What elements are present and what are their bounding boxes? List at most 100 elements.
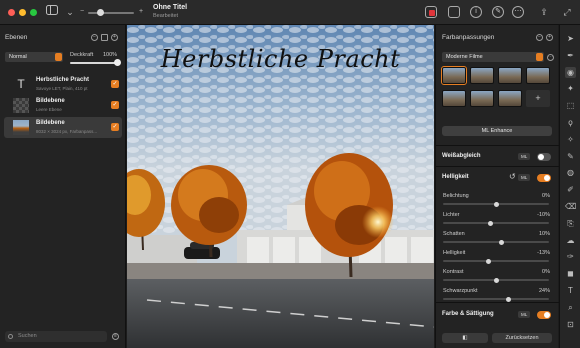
preset-select[interactable]: Moderne Filme	[442, 52, 544, 62]
preset-thumbnail[interactable]	[441, 66, 467, 85]
photo-icon[interactable]	[448, 6, 460, 18]
undo-icon[interactable]: ↺	[509, 172, 516, 181]
text-tool-icon[interactable]: T	[565, 285, 576, 296]
compare-button[interactable]: ◧	[442, 333, 488, 343]
ml-badge[interactable]: ML	[518, 153, 531, 160]
layers-panel: Ebenen − + Normal Deckkraft 100% T Herbs…	[0, 25, 126, 348]
adjustment-value: 10%	[538, 231, 550, 237]
layer-item-empty[interactable]: Bildebene Leere Ebene ✓	[4, 95, 122, 116]
compare-icon: ◧	[462, 335, 468, 341]
layer-item-text[interactable]: T Herbstliche Pracht Savoye LET, Plain, …	[4, 74, 122, 95]
adjustment-slider-thumb[interactable]	[498, 239, 504, 245]
divider	[436, 145, 559, 146]
color-swatch-icon[interactable]	[425, 6, 437, 18]
white-balance-toggle[interactable]	[537, 153, 551, 161]
adjustment-slider[interactable]	[443, 222, 549, 224]
pen-tool-icon[interactable]: ✒	[565, 50, 576, 61]
search-placeholder: Suchen	[18, 333, 37, 339]
white-balance-label: Weißabgleich	[442, 153, 481, 159]
smudge-tool-icon[interactable]: ☁	[565, 235, 576, 246]
preset-thumbnail[interactable]	[470, 67, 494, 84]
adjustment-slider-thumb[interactable]	[493, 277, 499, 283]
adjustment-slider-thumb[interactable]	[486, 258, 492, 264]
zoom-tool-icon[interactable]: ⌕	[565, 302, 576, 313]
blend-mode-select[interactable]: Normal	[5, 52, 63, 62]
preset-thumbnail[interactable]	[470, 90, 494, 107]
eraser-tool-icon[interactable]: ⌫	[565, 201, 576, 212]
chevron-updown-icon	[536, 53, 543, 61]
adjustment-label: Schatten	[443, 231, 465, 237]
reset-button[interactable]: Zurücksetzen	[492, 333, 552, 343]
layer-search-input[interactable]: Suchen	[5, 331, 107, 342]
layer-visibility-checkbox[interactable]: ✓	[111, 80, 119, 88]
add-preset-button[interactable]: +	[526, 90, 550, 107]
ml-badge[interactable]: ML	[518, 311, 531, 318]
adjust-tool-icon[interactable]: ◉	[565, 66, 576, 78]
minus-icon[interactable]: −	[91, 34, 98, 41]
layer-visibility-checkbox[interactable]: ✓	[111, 123, 119, 131]
fullscreen-icon[interactable]: ⤢	[560, 5, 574, 19]
divider	[436, 302, 559, 303]
image-canvas[interactable]: Herbstliche Pracht	[127, 25, 434, 348]
add-layer-icon[interactable]: +	[111, 34, 118, 41]
adjustment-value: -10%	[537, 212, 550, 218]
lasso-tool-icon[interactable]: ϙ	[565, 117, 576, 128]
layer-name: Bildebene	[36, 98, 65, 104]
layer-name: Bildebene	[36, 120, 65, 126]
adjustment-slider-thumb[interactable]	[488, 220, 494, 226]
stack-icon[interactable]	[101, 34, 108, 41]
zoom-window-button[interactable]	[30, 9, 37, 16]
shape-tool-icon[interactable]: ◼	[565, 268, 576, 279]
clone-tool-icon[interactable]: ⎘	[565, 218, 576, 229]
move-tool-icon[interactable]: ➤	[565, 33, 576, 44]
tools-strip: ➤ ✒ ◉ ✦ ⬚ ϙ ✧ ✎ ◍ ✐ ⌫ ⎘ ☁ ✑ ◼ T ⌕ ⊡	[559, 25, 580, 348]
zoom-slider-thumb[interactable]	[97, 9, 104, 16]
opacity-slider-thumb[interactable]	[114, 59, 121, 66]
opacity-slider[interactable]	[70, 62, 120, 64]
add-adjustment-icon[interactable]: +	[546, 34, 553, 41]
adjustment-label: Belichtung	[443, 193, 469, 199]
bucket-tool-icon[interactable]: ◍	[565, 167, 576, 178]
info-icon[interactable]: i	[470, 6, 482, 18]
more-icon[interactable]: ⋯	[512, 6, 524, 18]
text-layer-icon: T	[17, 77, 25, 91]
wand-tool-icon[interactable]: ✧	[565, 134, 576, 145]
ml-enhance-button[interactable]: ML Enhance	[442, 126, 552, 136]
adjustment-slider[interactable]	[443, 241, 549, 243]
preset-thumbnail[interactable]	[498, 67, 522, 84]
adjustment-slider[interactable]	[443, 260, 549, 262]
zoom-in-icon[interactable]: +	[134, 5, 148, 19]
layer-item-image[interactable]: Bildebene 8032 × 3024 px, Farbanpass... …	[4, 117, 122, 138]
zoom-slider[interactable]	[88, 12, 134, 14]
close-window-button[interactable]	[8, 9, 15, 16]
sidebar-toggle-icon[interactable]	[45, 5, 59, 19]
adjustment-slider-thumb[interactable]	[493, 201, 499, 207]
minimize-window-button[interactable]	[19, 9, 26, 16]
adjustment-slider-thumb[interactable]	[506, 296, 512, 302]
crop-tool-icon[interactable]: ⊡	[565, 319, 576, 330]
toggle-knob	[544, 175, 550, 181]
select-tool-icon[interactable]: ⬚	[565, 100, 576, 111]
brightness-toggle[interactable]	[537, 174, 551, 182]
minus-icon[interactable]: −	[536, 34, 543, 41]
vector-pen-icon[interactable]: ✑	[565, 251, 576, 262]
brush-tool-icon[interactable]: ✎	[565, 151, 576, 162]
adjustment-slider[interactable]	[443, 298, 549, 300]
color-saturation-toggle[interactable]	[537, 311, 551, 319]
brush-icon[interactable]: ✎	[492, 6, 504, 18]
zoom-out-icon[interactable]: −	[75, 5, 89, 19]
preset-thumbnail[interactable]	[498, 90, 522, 107]
layer-visibility-checkbox[interactable]: ✓	[111, 101, 119, 109]
layer-detail: Savoye LET, Plain, 410 pt	[36, 86, 88, 91]
preset-thumbnail[interactable]	[526, 67, 550, 84]
more-icon[interactable]: ⋯	[547, 54, 554, 61]
magic-tool-icon[interactable]: ✦	[565, 83, 576, 94]
blend-mode-value: Normal	[9, 54, 27, 60]
color-saturation-label: Farbe & Sättigung	[442, 311, 494, 317]
share-icon[interactable]: ⇪	[537, 5, 551, 19]
ml-badge[interactable]: ML	[518, 174, 531, 181]
preset-thumbnail[interactable]	[442, 90, 466, 107]
empty-layer-thumbnail	[13, 98, 29, 113]
filter-icon[interactable]: ≡	[112, 333, 119, 340]
pencil-tool-icon[interactable]: ✐	[565, 184, 576, 195]
